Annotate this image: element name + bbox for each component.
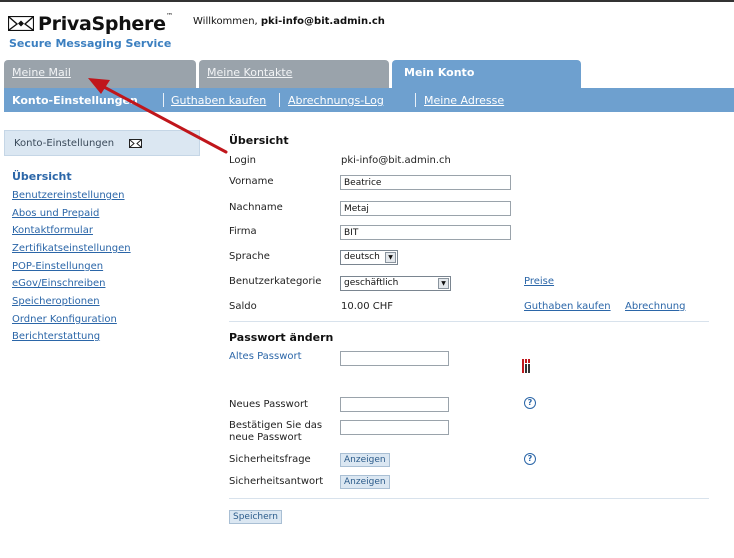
sprache-select[interactable]: deutsch ▼ [340, 250, 398, 265]
sidebar-item-uebersicht[interactable]: Übersicht [12, 170, 72, 183]
chevron-down-icon: ▼ [385, 252, 396, 263]
sidebar-item-berichterstattung[interactable]: Berichterstattung [12, 331, 100, 342]
sidebar-item-pop-einstellungen[interactable]: POP-Einstellungen [12, 261, 103, 272]
bestaetigen-label-line2: neue Passwort [229, 432, 302, 443]
vorname-label: Vorname [229, 176, 274, 187]
sidebar-title: Konto-Einstellungen [14, 138, 115, 149]
sprache-label: Sprache [229, 251, 270, 262]
sidebar-item-speicheroptionen[interactable]: Speicheroptionen [12, 296, 100, 307]
subnav-abrechnungs-log[interactable]: Abrechnungs-Log [288, 94, 384, 107]
tab-meine-kontakte[interactable]: Meine Kontakte [199, 60, 389, 88]
help-icon[interactable]: ? [524, 453, 536, 465]
subnav-guthaben-kaufen[interactable]: Guthaben kaufen [171, 94, 266, 107]
top-border [0, 0, 734, 2]
chevron-down-icon: ▼ [438, 278, 449, 289]
sidebar-item-egov-einschreiben[interactable]: eGov/Einschreiben [12, 278, 105, 289]
divider [229, 498, 709, 499]
altes-passwort-label: Altes Passwort [229, 351, 302, 362]
logo-tagline: Secure Messaging Service [9, 37, 172, 50]
passwort-bestaetigen-input[interactable] [340, 420, 449, 435]
sicherheitsfrage-label: Sicherheitsfrage [229, 454, 311, 465]
password-strength-icon [522, 359, 530, 373]
nachname-label: Nachname [229, 202, 283, 213]
subnav-separator [163, 93, 164, 107]
password-title: Passwort ändern [229, 331, 334, 344]
vorname-input[interactable]: Beatrice [340, 175, 511, 190]
bestaetigen-label-line1: Bestätigen Sie das [229, 420, 323, 431]
sicherheitsantwort-anzeigen-button[interactable]: Anzeigen [340, 475, 390, 489]
benutzerkategorie-label: Benutzerkategorie [229, 276, 322, 287]
sprache-value: deutsch [344, 252, 380, 262]
sidebar-item-benutzereinstellungen[interactable]: Benutzereinstellungen [12, 190, 125, 201]
subnav-meine-adresse[interactable]: Meine Adresse [424, 94, 504, 107]
firma-label: Firma [229, 226, 257, 237]
sidebar-item-zertifikatseinstellungen[interactable]: Zertifikatseinstellungen [12, 243, 131, 254]
envelope-icon [129, 139, 142, 148]
benutzerkategorie-select[interactable]: geschäftlich ▼ [340, 276, 451, 291]
login-value: pki-info@bit.admin.ch [341, 155, 451, 166]
firma-input[interactable]: BIT [340, 225, 511, 240]
sidebar-header: Konto-Einstellungen [4, 130, 200, 156]
sidebar-item-ordner-konfiguration[interactable]: Ordner Konfiguration [12, 314, 117, 325]
abrechnung-link[interactable]: Abrechnung [625, 301, 685, 312]
subnav-separator [415, 93, 416, 107]
envelope-logo-icon [8, 16, 34, 31]
saldo-label: Saldo [229, 301, 257, 312]
sidebar-item-abos-prepaid[interactable]: Abos und Prepaid [12, 208, 99, 219]
subnav-konto-einstellungen[interactable]: Konto-Einstellungen [12, 94, 138, 107]
neues-passwort-input[interactable] [340, 397, 449, 412]
divider [229, 321, 709, 322]
subnav-separator [279, 93, 280, 107]
welcome-text: Willkommen, pki-info@bit.admin.ch [193, 16, 385, 27]
altes-passwort-input[interactable] [340, 351, 449, 366]
saldo-value: 10.00 CHF [341, 301, 394, 312]
speichern-button[interactable]: Speichern [229, 510, 282, 524]
sicherheitsantwort-label: Sicherheitsantwort [229, 476, 324, 487]
logo-trademark: ™ [166, 12, 173, 20]
neues-passwort-label: Neues Passwort [229, 399, 308, 410]
sub-navigation: Konto-Einstellungen Guthaben kaufen Abre… [4, 88, 734, 112]
welcome-user: pki-info@bit.admin.ch [260, 16, 385, 27]
benutzerkategorie-value: geschäftlich [344, 278, 399, 288]
help-icon[interactable]: ? [524, 397, 536, 409]
guthaben-kaufen-link[interactable]: Guthaben kaufen [524, 301, 611, 312]
logo-name: PrivaSphere [38, 13, 166, 35]
login-label: Login [229, 155, 256, 166]
sicherheitsfrage-anzeigen-button[interactable]: Anzeigen [340, 453, 390, 467]
overview-title: Übersicht [229, 134, 289, 147]
sidebar-item-kontaktformular[interactable]: Kontaktformular [12, 225, 93, 236]
welcome-prefix: Willkommen, [193, 16, 261, 27]
tab-meine-mail[interactable]: Meine Mail [4, 60, 196, 88]
tab-mein-konto[interactable]: Mein Konto [392, 60, 581, 88]
preise-link[interactable]: Preise [524, 276, 554, 287]
nachname-input[interactable]: Metaj [340, 201, 511, 216]
